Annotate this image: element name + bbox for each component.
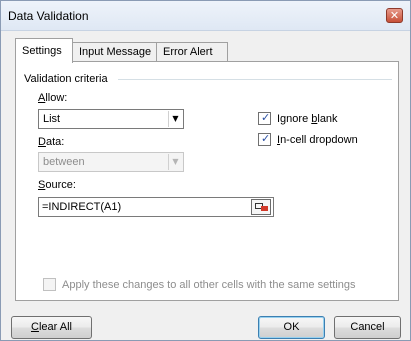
collapse-dialog-button[interactable] — [251, 199, 271, 215]
close-icon: ✕ — [389, 9, 400, 22]
validation-criteria-label: Validation criteria — [24, 73, 108, 85]
source-input[interactable]: =INDIRECT(A1) — [38, 197, 274, 217]
dialog-title: Data Validation — [8, 9, 89, 23]
data-dropdown[interactable]: between ▼ — [38, 152, 184, 172]
checkmark-icon: ✓ — [261, 111, 271, 124]
tab-settings[interactable]: Settings — [15, 38, 73, 63]
group-divider — [118, 79, 392, 80]
in-cell-dropdown-checkbox[interactable]: ✓ — [258, 132, 271, 146]
tab-input-message[interactable]: Input Message — [72, 42, 157, 62]
settings-panel: Validation criteria Allow: List ▼ Data: … — [15, 61, 399, 301]
ok-button[interactable]: OK — [258, 316, 325, 339]
tab-settings-label: Settings — [22, 45, 62, 57]
title-bar: Data Validation ✕ — [1, 1, 410, 31]
tab-input-message-label: Input Message — [79, 46, 152, 58]
ignore-blank-label[interactable]: Ignore blank — [277, 113, 338, 125]
tab-error-alert-label: Error Alert — [163, 46, 213, 58]
close-button[interactable]: ✕ — [386, 8, 403, 23]
in-cell-dropdown-label[interactable]: In-cell dropdown — [277, 134, 358, 146]
source-value: =INDIRECT(A1) — [42, 201, 122, 213]
chevron-down-icon: ▼ — [168, 154, 182, 170]
data-label: Data: — [38, 136, 65, 148]
checkmark-icon: ✓ — [261, 132, 271, 145]
clear-all-button[interactable]: Clear All — [11, 316, 92, 339]
ignore-blank-checkbox[interactable]: ✓ — [258, 111, 271, 125]
data-value: between — [43, 156, 85, 168]
source-label: Source: — [38, 179, 76, 191]
allow-dropdown[interactable]: List ▼ — [38, 109, 184, 129]
cancel-button[interactable]: Cancel — [334, 316, 401, 339]
range-select-icon-marker — [261, 206, 268, 211]
apply-all-checkbox[interactable] — [43, 278, 56, 291]
apply-all-label: Apply these changes to all other cells w… — [62, 279, 356, 291]
chevron-down-icon[interactable]: ▼ — [168, 111, 182, 127]
data-validation-dialog: Data Validation ✕ Settings Input Message… — [0, 0, 411, 341]
allow-label: Allow: — [38, 92, 68, 104]
allow-value: List — [43, 113, 61, 125]
tab-error-alert[interactable]: Error Alert — [156, 42, 228, 62]
